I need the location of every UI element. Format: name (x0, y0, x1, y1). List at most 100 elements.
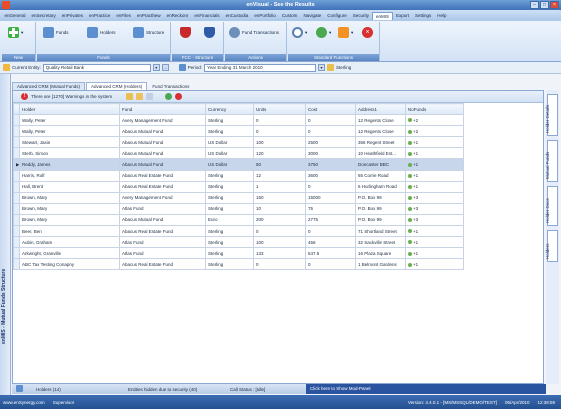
refresh-icon[interactable] (165, 93, 173, 100)
cell-currency[interactable]: Euro (205, 213, 254, 227)
new-dropdown-icon[interactable]: ▾ (21, 30, 23, 36)
folder-icon[interactable] (126, 93, 134, 100)
warning-text[interactable]: There are [1270] Warnings in the system (31, 94, 112, 99)
menu-item-export[interactable]: Export (394, 12, 412, 19)
cell-currency[interactable]: US Dollar (205, 147, 254, 160)
cell-fund[interactable]: Abacus Mutual Fund (119, 158, 206, 171)
cell-units[interactable]: 200 (253, 213, 306, 227)
cell-cost[interactable]: 2500 (305, 136, 356, 149)
column-header-fund[interactable]: Fund (119, 102, 206, 116)
cell-nofunds[interactable]: +3 (405, 191, 464, 204)
cell-units[interactable]: 0 (253, 258, 306, 271)
cell-holder[interactable]: Stewart, Jasin (19, 136, 120, 149)
cell-fund[interactable]: Atlas Fund (119, 202, 206, 215)
cell-currency[interactable]: Sterling (205, 258, 254, 271)
table-row[interactable]: Hall, Brent Abacus Real Estate Fund Sterli… (13, 180, 464, 193)
menu-item-help[interactable]: Help (435, 12, 449, 19)
menu-item-enpracthew[interactable]: enPracthew (134, 12, 163, 19)
tab-mutual-funds[interactable]: Mutual Funds (545, 140, 558, 182)
cell-fund[interactable]: Abacus Mutual Fund (119, 213, 206, 227)
cell-address1[interactable]: 1 Belmont Gardens (355, 258, 406, 271)
left-panel-strip[interactable]: enMIS - Mutual Funds Structure (0, 74, 11, 395)
cell-fund[interactable]: Abacus Mutual Fund (119, 125, 206, 138)
cell-fund[interactable]: Abacus Mutual Fund (119, 147, 206, 160)
cell-holder[interactable]: Sterb, Simon (19, 147, 120, 160)
fcc-red-button[interactable] (180, 27, 191, 38)
cell-address1[interactable]: 12 Regents Close (355, 125, 406, 138)
period-select[interactable]: Year Ending 31 March 2010 (204, 63, 317, 72)
table-row[interactable]: Harris, Rolf Abacus Real Estate Fund Sterl… (13, 169, 464, 182)
cell-holder[interactable]: Aubin, Graham (19, 236, 120, 249)
cell-currency[interactable]: Sterling (205, 247, 254, 260)
menu-item-enfinancials[interactable]: enFinancials (192, 12, 222, 19)
minimize-icon[interactable]: – (530, 1, 539, 9)
menu-item-enpractice[interactable]: enPractice (87, 12, 113, 19)
table-row[interactable]: ABC Tax Testing Conapny Abacus Real Estat… (13, 258, 464, 271)
rss-dropdown-icon[interactable]: ▾ (351, 30, 353, 36)
cell-currency[interactable]: Sterling (205, 180, 254, 193)
show-mod-panel-button[interactable]: Click here to Show Mod-Panel (306, 384, 546, 394)
cell-units[interactable]: 1 (253, 180, 306, 193)
cell-units[interactable]: 100 (253, 236, 306, 249)
column-header-units[interactable]: Units (253, 102, 306, 116)
funds-button[interactable]: Funds (43, 27, 69, 38)
menu-item-enprivates[interactable]: enPrivates (59, 12, 85, 19)
menu-item-custom[interactable]: Custom (279, 12, 300, 19)
cell-units[interactable]: 100 (253, 136, 306, 149)
tab-holder-docs[interactable]: Holder Docs (545, 186, 558, 226)
structure-button[interactable]: Structure (133, 27, 164, 38)
column-header-holder[interactable]: Holder (19, 102, 120, 116)
cell-address1[interactable]: P.O. Box 99 (355, 191, 406, 204)
table-row[interactable]: Wally, Peter Abacus Mutual Fund Sterling 0 0… (13, 125, 464, 138)
cell-nofunds[interactable]: +1 (405, 236, 464, 249)
cell-address1[interactable]: 356 Regent Street (355, 136, 406, 149)
close-form-button[interactable]: × (362, 27, 373, 38)
rss-button[interactable]: ▾ (338, 27, 353, 38)
cell-cost[interactable]: 75 (305, 202, 356, 215)
cell-address1[interactable]: 12 Regents Close (355, 114, 406, 127)
tab-holders[interactable]: Holders (545, 230, 558, 262)
cell-units[interactable]: 133 (253, 247, 306, 260)
table-row[interactable]: Brown, Mary Avery Management Fund Sterling… (13, 191, 464, 204)
cell-cost[interactable]: 0 (305, 114, 356, 127)
cell-holder[interactable]: Brown, Mary (19, 202, 120, 215)
menu-item-engeneral[interactable]: enGeneral (2, 12, 28, 19)
search-button[interactable]: ▾ (292, 27, 307, 38)
tab-fund-transactions[interactable]: Fund Transactions (148, 83, 193, 90)
cell-fund[interactable]: Abacus Real Estate Fund (119, 169, 206, 182)
column-header-currency[interactable]: Currency (205, 102, 254, 116)
fund-transactions-button[interactable]: Fund Transactions (229, 27, 279, 38)
cell-currency[interactable]: US Dollar (205, 158, 254, 171)
website-link[interactable]: www.enSynergy.com (3, 400, 45, 405)
cell-cost[interactable]: 547.5 (305, 247, 356, 260)
cell-address1[interactable]: 65 Corrie Road (355, 169, 406, 182)
table-row[interactable]: Aubin, Graham Atlas Fund Sterling 100 456 32 … (13, 236, 464, 249)
table-row[interactable]: Beer, Ben Abacus Real Estate Fund Sterling… (13, 225, 464, 238)
cell-currency[interactable]: Sterling (205, 202, 254, 215)
menu-item-navigate[interactable]: Navigate (301, 12, 324, 19)
cell-holder[interactable]: Wally, Peter (19, 114, 120, 127)
cell-address1[interactable]: 32 Sackville Street (355, 236, 406, 249)
table-row[interactable]: Brown, Mary Atlas Fund Sterling 10 75 P.O. Bo… (13, 202, 464, 215)
cell-units[interactable]: 150 (253, 191, 306, 204)
holders-button[interactable]: Holders (87, 27, 116, 38)
entity-browse-button[interactable]: … (161, 64, 169, 71)
cell-nofunds[interactable]: +1 (405, 225, 464, 238)
refresh-button[interactable]: ▾ (316, 27, 331, 38)
cell-nofunds[interactable]: +1 (405, 180, 464, 193)
cell-units[interactable]: 120 (253, 147, 306, 160)
tab-advanced-crm-holders[interactable]: Advanced CRM (Holders) (86, 82, 148, 90)
cell-holder[interactable]: Reddy, James (19, 158, 120, 171)
menu-item-ensecretary[interactable]: enSecretary (29, 12, 58, 19)
cell-nofunds[interactable]: +3 (405, 202, 464, 215)
cell-currency[interactable]: Sterling (205, 169, 254, 182)
entity-select[interactable]: Quality Retail Bank (42, 63, 151, 72)
table-row[interactable]: Wally, Peter Avery Management Fund Sterlin… (13, 114, 464, 127)
cell-cost[interactable]: 0 (305, 225, 356, 238)
cell-cost[interactable]: 15000 (305, 191, 356, 204)
cell-currency[interactable]: Sterling (205, 236, 254, 249)
column-header-cost[interactable]: Cost (305, 102, 356, 116)
period-dropdown-icon[interactable]: ▾ (318, 64, 326, 71)
cell-cost[interactable]: 3600 (305, 169, 356, 182)
cell-holder[interactable]: Wally, Peter (19, 125, 120, 138)
